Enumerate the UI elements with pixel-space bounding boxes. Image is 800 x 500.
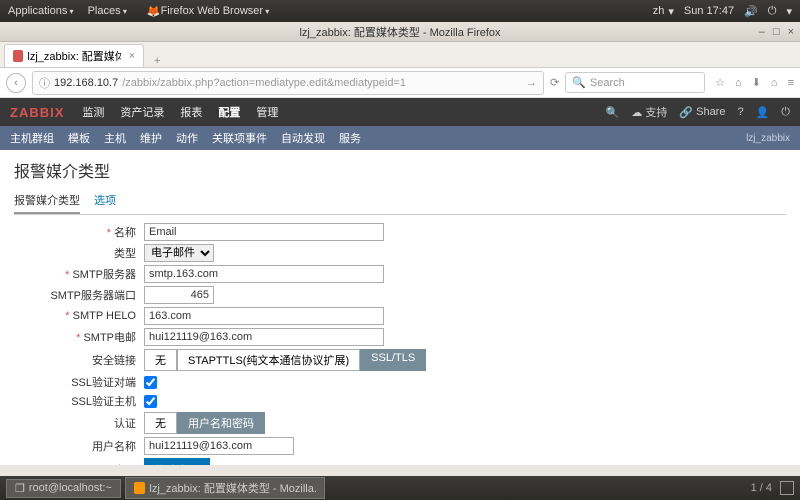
zabbix-sub-nav: 主机群组 模板 主机 维护 动作 关联项事件 自动发现 服务 lzj_zabbi… — [0, 126, 800, 150]
tab-options[interactable]: 选项 — [94, 188, 116, 214]
smtp-helo-input[interactable] — [144, 307, 384, 325]
downloads-icon[interactable]: ⬇ — [752, 76, 761, 89]
security-starttls[interactable]: STAPTTLS(纯文本通信协议扩展) — [177, 349, 360, 371]
subnav-maintenance[interactable]: 维护 — [140, 130, 162, 146]
workspace-indicator[interactable]: 1 / 4 — [751, 482, 772, 494]
show-desktop-icon[interactable] — [780, 481, 794, 495]
help-icon[interactable]: ? — [737, 106, 743, 118]
zabbix-favicon — [13, 50, 23, 62]
support-link[interactable]: ☁ 支持 — [631, 104, 667, 120]
nav-monitoring[interactable]: 监测 — [82, 104, 104, 120]
pocket-icon[interactable]: ⌂ — [735, 77, 742, 89]
go-icon[interactable]: → — [526, 77, 537, 89]
browser-tabbar: lzj_zabbix: 配置媒体... × + — [0, 42, 800, 68]
subnav-hosts[interactable]: 主机 — [104, 130, 126, 146]
global-search-icon[interactable]: 🔍 — [606, 106, 620, 119]
subnav-correlation[interactable]: 关联项事件 — [212, 130, 267, 146]
username-input[interactable] — [144, 437, 294, 455]
user-menu-icon[interactable]: ▾ — [786, 5, 792, 18]
home-icon[interactable]: ⌂ — [771, 77, 778, 89]
ssl-host-checkbox[interactable] — [144, 395, 157, 408]
tab-mediatype[interactable]: 报警媒介类型 — [14, 188, 80, 214]
gnome-top-bar: Applications Places 🦊 Firefox Web Browse… — [0, 0, 800, 22]
mediatype-form: 名称 类型电子邮件 SMTP服务器 SMTP服务器端口 SMTP HELO SM… — [24, 223, 786, 465]
search-icon: 🔍 — [572, 76, 586, 89]
menu-icon[interactable]: ≡ — [788, 77, 794, 89]
subnav-templates[interactable]: 模板 — [68, 130, 90, 146]
subnav-discovery[interactable]: 自动发现 — [281, 130, 325, 146]
auth-userpass[interactable]: 用户名和密码 — [177, 412, 265, 434]
task-terminal[interactable]: ❐root@localhost:~ — [6, 479, 121, 498]
nav-reports[interactable]: 报表 — [180, 104, 202, 120]
share-link[interactable]: 🔗Share — [679, 106, 725, 119]
smtp-port-input[interactable] — [144, 286, 214, 304]
security-none[interactable]: 无 — [144, 349, 177, 371]
logout-icon[interactable]: ⏻ — [781, 106, 790, 119]
smtp-email-input[interactable] — [144, 328, 384, 346]
subnav-hostgroups[interactable]: 主机群组 — [10, 130, 54, 146]
address-bar[interactable]: ⓘ 192.168.10.7/zabbix/zabbix.php?action=… — [32, 71, 544, 95]
bookmark-icon[interactable]: ☆ — [715, 76, 725, 89]
window-titlebar: lzj_zabbix: 配置媒体类型 - Mozilla Firefox – □… — [0, 22, 800, 42]
gnome-taskbar: ❐root@localhost:~ lzj_zabbix: 配置媒体类型 - M… — [0, 476, 800, 500]
change-password-button[interactable]: 修改密码 — [144, 458, 210, 465]
applications-menu[interactable]: Applications — [8, 5, 74, 17]
nav-administration[interactable]: 管理 — [256, 104, 278, 120]
browser-toolbar: ‹ ⓘ 192.168.10.7/zabbix/zabbix.php?actio… — [0, 68, 800, 98]
close-icon[interactable]: × — [788, 26, 794, 38]
type-select[interactable]: 电子邮件 — [144, 244, 214, 262]
auth-none[interactable]: 无 — [144, 412, 177, 434]
subnav-services[interactable]: 服务 — [339, 130, 361, 146]
info-icon: ⓘ — [39, 75, 50, 91]
nav-configuration[interactable]: 配置 — [218, 104, 240, 120]
task-firefox[interactable]: lzj_zabbix: 配置媒体类型 - Mozilla... — [125, 477, 325, 499]
zabbix-main-nav: ZABBIX 监测 资产记录 报表 配置 管理 🔍 ☁ 支持 🔗Share ? … — [0, 98, 800, 126]
minimize-icon[interactable]: – — [759, 26, 765, 38]
back-button[interactable]: ‹ — [6, 73, 26, 93]
volume-icon[interactable]: 🔊 — [744, 5, 758, 18]
firefox-menu[interactable]: Firefox Web Browser — [161, 5, 270, 17]
maximize-icon[interactable]: □ — [773, 26, 780, 38]
power-icon[interactable]: ⏻ — [768, 5, 777, 18]
security-ssltls[interactable]: SSL/TLS — [360, 349, 426, 371]
places-menu[interactable]: Places — [88, 5, 127, 17]
search-box[interactable]: 🔍 Search — [565, 72, 705, 93]
new-tab-button[interactable]: + — [148, 55, 166, 67]
tab-close-icon[interactable]: × — [129, 50, 135, 62]
subnav-actions[interactable]: 动作 — [176, 130, 198, 146]
page-title: 报警媒介类型 — [14, 158, 786, 182]
form-tabs: 报警媒介类型 选项 — [14, 188, 786, 215]
user-icon[interactable]: 👤 — [756, 106, 770, 119]
clock[interactable]: Sun 17:47 — [684, 5, 734, 17]
breadcrumb-user: lzj_zabbix — [746, 133, 790, 144]
browser-tab[interactable]: lzj_zabbix: 配置媒体... × — [4, 44, 144, 67]
page-content: 报警媒介类型 报警媒介类型 选项 名称 类型电子邮件 SMTP服务器 SMTP服… — [0, 150, 800, 465]
lang-indicator[interactable]: zh — [653, 5, 665, 17]
smtp-server-input[interactable] — [144, 265, 384, 283]
reload-icon[interactable]: ⟳ — [550, 76, 559, 89]
ssl-peer-checkbox[interactable] — [144, 376, 157, 389]
window-title: lzj_zabbix: 配置媒体类型 - Mozilla Firefox — [299, 24, 500, 40]
nav-inventory[interactable]: 资产记录 — [120, 104, 164, 120]
zabbix-logo[interactable]: ZABBIX — [10, 105, 64, 120]
name-input[interactable] — [144, 223, 384, 241]
